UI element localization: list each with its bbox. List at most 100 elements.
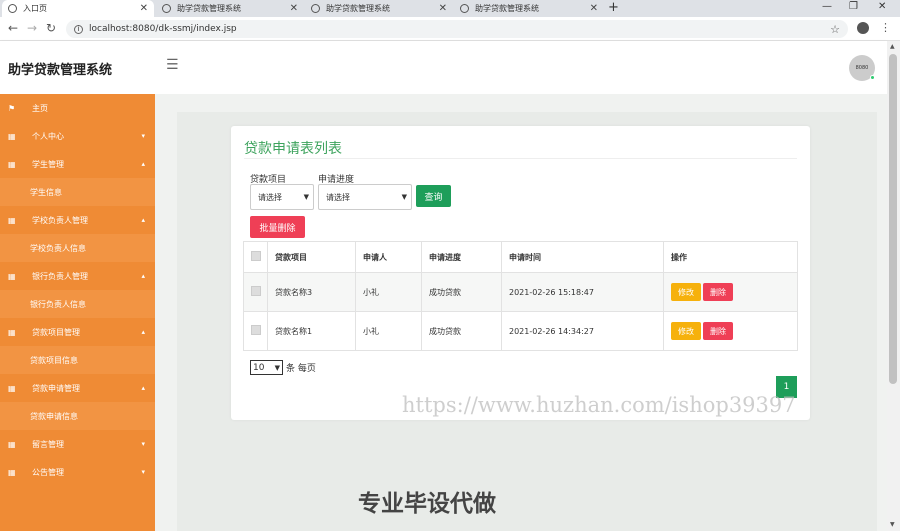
project-select[interactable]: 请选择 ▼ [250,184,314,210]
delete-button[interactable]: 删除 [703,283,733,301]
page-scrollbar[interactable]: ▲ ▼ [887,41,900,531]
sidebar-item-4[interactable]: ▦ 学校负责人管理 ▴ [0,206,155,234]
actions-cell: 修改 删除 [663,311,798,351]
sidebar-item-9[interactable]: 贷款项目信息 [0,346,155,374]
menu-toggle-icon[interactable]: ☰ [166,57,179,73]
row-checkbox[interactable] [251,286,261,296]
sidebar-item-11[interactable]: 贷款申请信息 [0,402,155,430]
chevron-up-icon: ▴ [141,384,145,392]
info-icon[interactable]: i [74,24,83,34]
edit-button[interactable]: 修改 [671,322,701,340]
browser-menu-icon[interactable]: ⋮ [880,21,891,34]
browser-tab-0[interactable]: 入口页 ✕ [2,0,154,17]
bookmark-star-icon[interactable]: ☆ [830,23,840,36]
url-field[interactable]: i localhost:8080/dk-ssmj/index.jsp ☆ [66,20,848,38]
profile-icon[interactable] [857,22,869,34]
back-icon[interactable]: ← [8,21,18,35]
close-icon[interactable]: ✕ [439,3,447,14]
sidebar-item-3[interactable]: 学生信息 [0,178,155,206]
scroll-down-icon[interactable]: ▼ [890,521,895,528]
sidebar-item-label: 个人中心 [32,131,64,141]
sidebar: ⚑ 主页 ▦ 个人中心 ▾ ▦ 学生管理 ▴ 学生信息 ▦ 学校负责人管理 ▴ 学校负责人信息 ▦ 银行负责… [0,94,155,531]
edit-button[interactable]: 修改 [671,283,701,301]
sidebar-item-8[interactable]: ▦ 贷款项目管理 ▴ [0,318,155,346]
sidebar-item-label: 贷款申请信息 [30,411,78,421]
chevron-up-icon: ▴ [141,272,145,280]
per-page-label: 条 每页 [286,364,316,374]
chevron-down-icon: ▾ [141,440,145,448]
sidebar-item-label: 银行负责人管理 [32,271,88,281]
grid-icon: ▦ [8,467,16,477]
sidebar-item-label: 学校负责人管理 [32,215,88,225]
progress-select[interactable]: 请选择 ▼ [318,184,412,210]
avatar-text: 8080 [855,65,869,71]
reload-icon[interactable]: ↻ [46,21,56,35]
select-all-checkbox[interactable] [251,251,261,261]
column-header: 申请进度 [421,241,502,273]
actions-cell: 修改 删除 [663,272,798,312]
sidebar-item-1[interactable]: ▦ 个人中心 ▾ [0,122,155,150]
avatar[interactable]: 8080 [849,55,875,81]
browser-tab-2[interactable]: 助学贷款管理系统 ✕ [305,0,453,17]
project-select-value: 请选择 [258,192,282,202]
select-all-cell [243,241,268,273]
title-divider [244,158,797,159]
page-title: 贷款申请表列表 [244,141,342,157]
row-select-cell [243,311,268,351]
sidebar-item-label: 学生信息 [30,187,62,197]
minimize-icon[interactable]: — [822,1,832,12]
chevron-down-icon: ▼ [401,193,407,201]
sidebar-item-10[interactable]: ▦ 贷款申请管理 ▴ [0,374,155,402]
delete-button[interactable]: 删除 [703,322,733,340]
table-row: 贷款名称1 小礼 成功贷款 2021-02-26 14:34:27 修改 删除 [243,311,798,351]
page-size-value: 10 [253,362,265,373]
progress-select-value: 请选择 [326,192,350,202]
chevron-down-icon: ▼ [274,363,280,372]
row-select-cell [243,272,268,312]
promo-text: 专业毕设代做 [358,491,496,517]
column-header: 操作 [663,241,798,273]
time-cell: 2021-02-26 14:34:27 [501,311,664,351]
loan-application-table: 贷款项目 申请人 申请进度 申请时间 操作 贷款名称3 小礼 成功贷款 2021… [243,241,798,351]
sidebar-item-0[interactable]: ⚑ 主页 [0,94,155,122]
sidebar-item-label: 贷款项目管理 [32,327,80,337]
url-text: localhost:8080/dk-ssmj/index.jsp [89,24,237,34]
table-row: 贷款名称3 小礼 成功贷款 2021-02-26 15:18:47 修改 删除 [243,272,798,312]
search-button[interactable]: 查询 [416,185,451,207]
sidebar-item-2[interactable]: ▦ 学生管理 ▴ [0,150,155,178]
browser-tab-1[interactable]: 助学贷款管理系统 ✕ [156,0,304,17]
browser-tab-label: 助学贷款管理系统 [177,4,241,13]
restore-icon[interactable]: ❐ [849,1,858,12]
close-icon[interactable]: ✕ [290,3,298,14]
batch-delete-button[interactable]: 批量删除 [250,216,305,238]
app-header: 助学贷款管理系统 ☰ 8080 [0,41,887,94]
globe-icon [162,4,171,13]
chevron-up-icon: ▴ [141,216,145,224]
sidebar-item-label: 学生管理 [32,159,64,169]
globe-icon [8,4,17,13]
applicant-cell: 小礼 [355,272,422,312]
scrollbar-thumb[interactable] [889,54,897,384]
sidebar-item-7[interactable]: 银行负责人信息 [0,290,155,318]
sidebar-item-13[interactable]: ▦ 公告管理 ▾ [0,458,155,486]
forward-icon[interactable]: → [27,21,37,35]
scroll-up-icon[interactable]: ▲ [890,43,895,50]
applicant-cell: 小礼 [355,311,422,351]
sidebar-item-6[interactable]: ▦ 银行负责人管理 ▴ [0,262,155,290]
row-checkbox[interactable] [251,325,261,335]
browser-tab-3[interactable]: 助学贷款管理系统 ✕ [454,0,604,17]
new-tab-button[interactable]: + [608,0,619,16]
sidebar-item-12[interactable]: ▦ 留言管理 ▾ [0,430,155,458]
close-icon[interactable]: ✕ [140,3,148,14]
sidebar-item-label: 留言管理 [32,439,64,449]
window-close-icon[interactable]: ✕ [878,1,886,12]
progress-cell: 成功贷款 [421,311,502,351]
column-header: 贷款项目 [267,241,356,273]
page-size-select[interactable]: 10 ▼ [250,360,283,375]
close-icon[interactable]: ✕ [590,3,598,14]
sidebar-item-label: 贷款申请管理 [32,383,80,393]
grid-icon: ▦ [8,131,16,141]
time-cell: 2021-02-26 15:18:47 [501,272,664,312]
browser-tab-label: 助学贷款管理系统 [326,4,390,13]
sidebar-item-5[interactable]: 学校负责人信息 [0,234,155,262]
